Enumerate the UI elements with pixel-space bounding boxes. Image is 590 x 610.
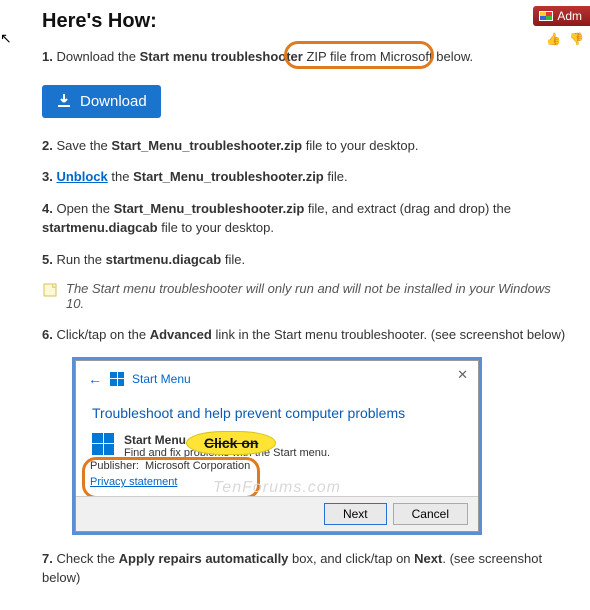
- step-2: 2. Save the Start_Menu_troubleshooter.zi…: [42, 136, 572, 156]
- step-4: 4. Open the Start_Menu_troubleshooter.zi…: [42, 199, 572, 238]
- step-3: 3. Unblock the Start_Menu_troubleshooter…: [42, 167, 572, 187]
- admin-badge: Adm: [533, 6, 590, 26]
- step-7: 7. Check the Apply repairs automatically…: [42, 549, 572, 588]
- download-button[interactable]: Download: [42, 85, 161, 118]
- back-arrow-icon[interactable]: ←: [88, 371, 102, 387]
- thumb-down-icon[interactable]: 👎: [569, 32, 584, 46]
- cancel-button[interactable]: Cancel: [393, 503, 468, 525]
- step-5: 5. Run the startmenu.diagcab file.: [42, 250, 572, 270]
- dialog-item[interactable]: Start Menu Find and fix problems with th…: [92, 433, 462, 459]
- step-6: 6. Click/tap on the Advanced link in the…: [42, 325, 572, 345]
- close-icon[interactable]: ✕: [457, 367, 468, 383]
- cursor-icon: ↖: [0, 30, 12, 47]
- download-icon: [56, 93, 72, 109]
- publisher-area: Publisher: Microsoft Corporation Privacy…: [90, 458, 250, 491]
- unblock-link[interactable]: Unblock: [56, 169, 107, 184]
- windows-flag-icon: [539, 11, 553, 21]
- vote-controls: 👍 👎: [546, 32, 584, 46]
- windows-logo-icon: [92, 433, 114, 455]
- dialog-heading: Troubleshoot and help prevent computer p…: [92, 405, 462, 421]
- note-icon: [42, 282, 58, 298]
- next-button[interactable]: Next: [324, 503, 387, 525]
- step-1: 1. Download the Start menu troubleshoote…: [42, 47, 572, 67]
- windows-logo-icon: [110, 372, 124, 386]
- annotation-click-on: Click on: [186, 431, 276, 455]
- page-title: Here's How:: [42, 10, 572, 33]
- thumb-up-icon[interactable]: 👍: [546, 32, 561, 46]
- screenshot-troubleshooter: ← Start Menu ✕ Troubleshoot and help pre…: [72, 357, 482, 535]
- admin-badge-text: Adm: [557, 9, 582, 23]
- dialog-title: Start Menu: [132, 372, 191, 386]
- note: The Start menu troubleshooter will only …: [42, 281, 572, 311]
- privacy-link[interactable]: Privacy statement: [90, 476, 177, 488]
